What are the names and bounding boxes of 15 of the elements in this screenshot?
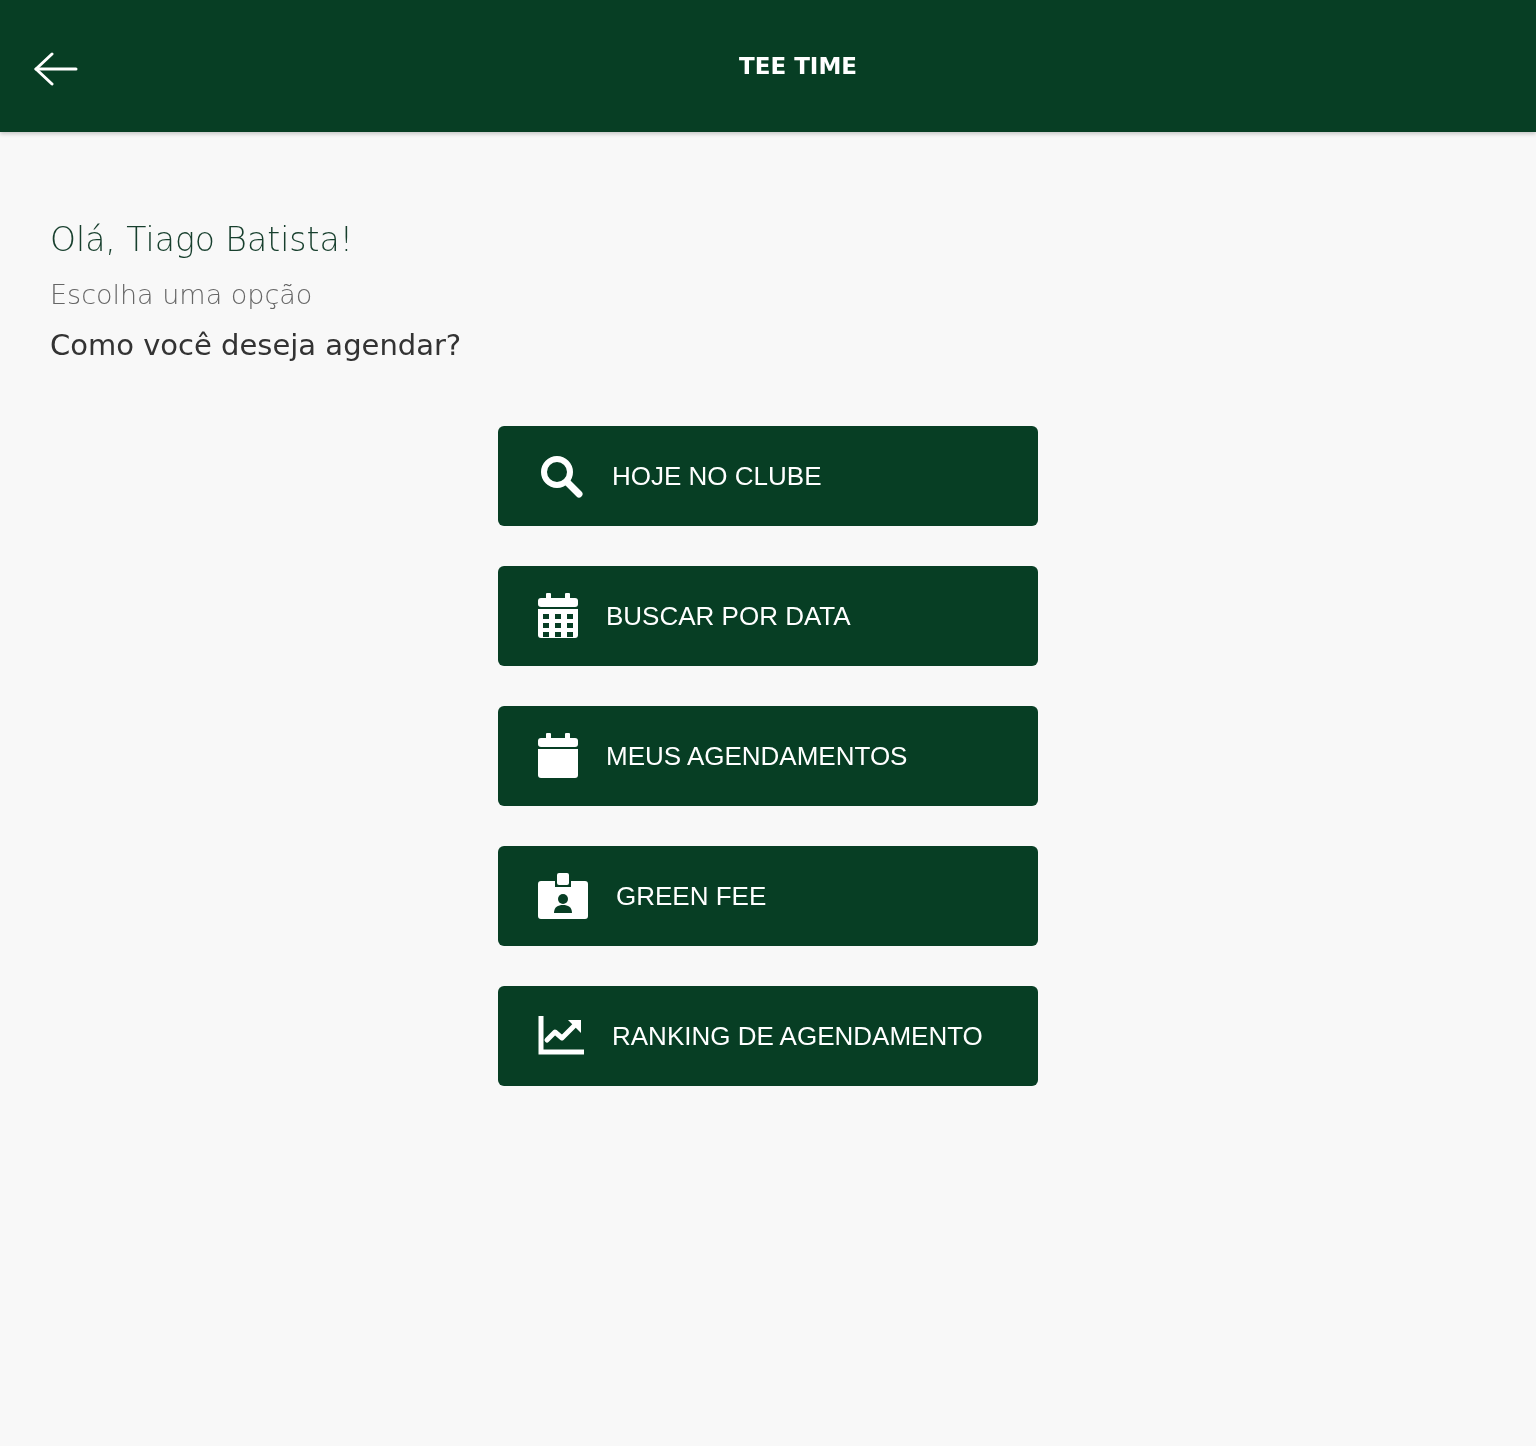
chart-icon [538,1016,584,1056]
question: Como você deseja agendar? [50,328,463,362]
calendar-icon [538,733,578,779]
option-button[interactable]: GREEN FEE [498,846,1038,946]
option-button[interactable]: BUSCAR POR DATA [498,566,1038,666]
greeting: Olá, Tiago Batista! [50,220,354,259]
back-button[interactable] [34,52,78,86]
option-button[interactable]: MEUS AGENDAMENTOS [498,706,1038,806]
option-button[interactable]: HOJE NO CLUBE [498,426,1038,526]
search-icon [538,453,584,499]
id-badge-icon [538,873,588,919]
page-title: TEE TIME [738,53,857,79]
subtitle: Escolha uma opção [50,279,314,310]
calendar-icon [538,593,578,639]
option-button[interactable]: RANKING DE AGENDAMENTO [498,986,1038,1086]
